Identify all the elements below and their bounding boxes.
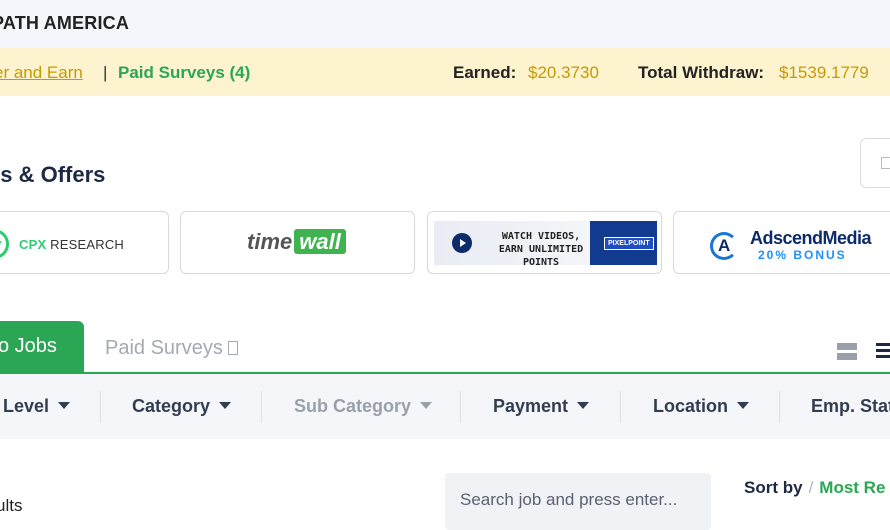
research-logo-text: RESEARCH <box>50 236 124 252</box>
caret-down-icon <box>420 402 433 409</box>
caret-down-icon <box>219 402 232 409</box>
results-count: ults <box>0 496 23 515</box>
filter-divider <box>460 391 461 423</box>
offer-card-cpx-research[interactable]: CPX RESEARCH <box>0 211 169 274</box>
adscend-name: AdscendMedia <box>750 228 872 248</box>
search-placeholder: Search job and press enter... <box>460 490 678 509</box>
filter-divider <box>779 391 780 423</box>
cpx-research-logo: CPX RESEARCH <box>0 229 124 259</box>
pixelpoint-banner: WATCH VIDEOS, EARN UNLIMITED POINTS PIXE… <box>434 221 657 268</box>
filter-payment-label: Payment <box>493 396 569 416</box>
filter-emp-status-label: Emp. Stat <box>811 396 890 416</box>
sort-control[interactable]: Sort by / Most Re <box>744 478 885 498</box>
pixelpoint-badge: PIXELPOINT <box>604 237 654 250</box>
sort-separator: / <box>808 478 814 497</box>
tab-paid-surveys[interactable]: Paid Surveys <box>105 337 238 360</box>
filter-location[interactable]: Location <box>653 396 749 417</box>
earnbar-separator: | <box>103 63 108 82</box>
earned-value: $20.3730 <box>528 63 599 82</box>
adscend-a-icon: A <box>710 232 738 260</box>
banner-line-1: WATCH VIDEOS, <box>501 231 581 242</box>
check-circle-icon <box>0 229 9 259</box>
caret-down-icon <box>577 402 590 409</box>
filter-location-label: Location <box>653 396 728 416</box>
sort-value[interactable]: Most Re <box>819 478 885 497</box>
filter-divider <box>100 391 101 423</box>
filter-payment[interactable]: Payment <box>493 396 590 417</box>
filter-divider <box>620 391 621 423</box>
square-icon <box>881 157 890 169</box>
earned-label: Earned: <box>453 63 517 82</box>
filter-sub-category[interactable]: Sub Category <box>294 396 433 417</box>
timewall-logo: time wall <box>247 229 346 255</box>
job-search-input[interactable]: Search job and press enter... <box>445 473 711 530</box>
offer-card-adscendmedia[interactable]: A AdscendMedia 20% BONUS <box>673 211 890 274</box>
timewall-logo-time: time <box>247 229 293 254</box>
list-view-toggle[interactable] <box>876 343 890 360</box>
sort-label: Sort by <box>744 478 803 497</box>
surveys-offers-heading: ys & Offers <box>0 162 106 187</box>
refer-and-earn-link[interactable]: er and Earn <box>0 63 83 83</box>
tab-jobs[interactable]: o Jobs <box>0 321 84 374</box>
brand-title: PATH AMERICA <box>0 13 130 33</box>
paid-surveys-link[interactable]: Paid Surveys (4) <box>118 63 250 83</box>
top-header: PATH AMERICA <box>0 0 890 48</box>
filter-bar: Level Category Sub Category Payment Loca… <box>0 374 890 439</box>
banner-line-2: EARN UNLIMITED POINTS <box>498 244 584 268</box>
total-withdraw-label: Total Withdraw: <box>638 63 765 82</box>
earnings-bar: er and Earn | Paid Surveys (4) Earned: $… <box>0 48 890 96</box>
total-withdraw-value: $1539.1779 <box>779 63 869 82</box>
offer-card-pixelpoint[interactable]: WATCH VIDEOS, EARN UNLIMITED POINTS PIXE… <box>427 211 662 274</box>
filter-emp-status[interactable]: Emp. Stat <box>811 396 890 417</box>
tab-paid-surveys-label: Paid Surveys <box>105 337 223 359</box>
filter-sub-category-label: Sub Category <box>294 396 412 416</box>
external-link-icon <box>227 341 238 355</box>
filter-level-label: Level <box>3 396 50 416</box>
caret-down-icon <box>737 402 749 409</box>
filter-divider <box>261 391 262 423</box>
filter-category-label: Category <box>132 396 211 416</box>
cpx-logo-text: CPX <box>19 236 47 252</box>
offer-card-timewall[interactable]: time wall <box>180 211 415 274</box>
play-icon <box>452 233 472 253</box>
adscend-bonus: 20% BONUS <box>758 248 847 262</box>
corner-action-button[interactable] <box>860 138 890 188</box>
timewall-logo-wall: wall <box>294 229 346 254</box>
caret-down-icon <box>58 402 71 409</box>
filter-level[interactable]: Level <box>3 396 71 417</box>
grid-view-toggle[interactable] <box>837 343 857 360</box>
filter-category[interactable]: Category <box>132 396 232 417</box>
